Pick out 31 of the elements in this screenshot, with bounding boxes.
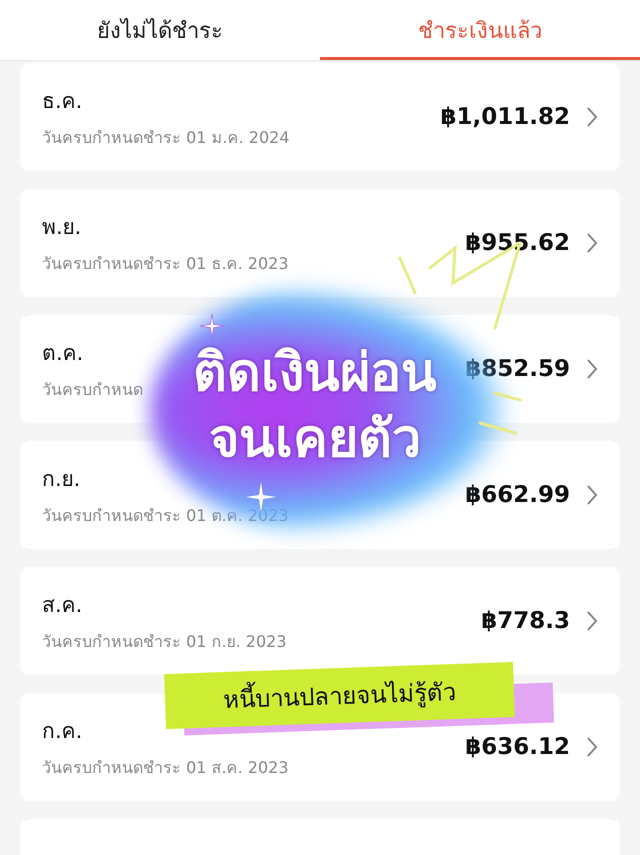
headline-text: ติดเงินผ่อน xyxy=(193,342,437,405)
amount: ฿852.59 xyxy=(465,356,570,382)
due-date: วันครบกำหนด xyxy=(42,379,143,401)
chevron-icon xyxy=(586,610,598,632)
sparkle-icon xyxy=(200,314,224,338)
amount: ฿1,011.82 xyxy=(440,104,570,130)
due-date: วันครบกำหนดชำระ 01 ม.ค. 2024 xyxy=(42,127,290,149)
chevron-icon xyxy=(586,484,598,506)
due-date: วันครบกำหนดชำระ 01 ก.ย. 2023 xyxy=(42,631,287,653)
amount: ฿778.3 xyxy=(481,608,570,634)
due-date: วันครบกำหนดชำระ 01 ส.ค. 2023 xyxy=(42,757,289,779)
chevron-icon xyxy=(586,106,598,128)
chevron-icon xyxy=(586,736,598,758)
month-label: ก.ย. xyxy=(42,466,80,493)
month-label: ส.ค. xyxy=(42,592,82,619)
chevron-icon xyxy=(586,232,598,254)
month-label: ก.ค. xyxy=(42,718,82,745)
amount: ฿955.62 xyxy=(465,230,570,256)
tab[interactable]: ยังไม่ได้ชำระ xyxy=(0,0,320,60)
tab[interactable]: ชำระเงินแล้ว xyxy=(320,0,640,60)
month-label: ต.ค. xyxy=(42,340,84,367)
bill-card[interactable]: พ.ย. วันครบกำหนดชำระ 01 ธ.ค. 2023 ฿955.62 xyxy=(20,189,620,297)
due-date: วันครบกำหนดชำระ 01 ต.ค. 2023 xyxy=(42,505,289,527)
bill-card[interactable]: ธ.ค. วันครบกำหนดชำระ 01 ม.ค. 2024 ฿1,011.82 xyxy=(20,63,620,171)
month-label: พ.ย. xyxy=(42,214,82,241)
amount: ฿636.12 xyxy=(465,734,570,760)
month-label: ธ.ค. xyxy=(42,88,82,115)
bill-card[interactable]: ส.ค. วันครบกำหนดชำระ 01 ก.ย. 2023 ฿778.3 xyxy=(20,567,620,675)
chevron-icon xyxy=(586,358,598,380)
due-date: วันครบกำหนดชำระ 01 ธ.ค. 2023 xyxy=(42,253,289,275)
amount: ฿662.99 xyxy=(465,482,570,508)
